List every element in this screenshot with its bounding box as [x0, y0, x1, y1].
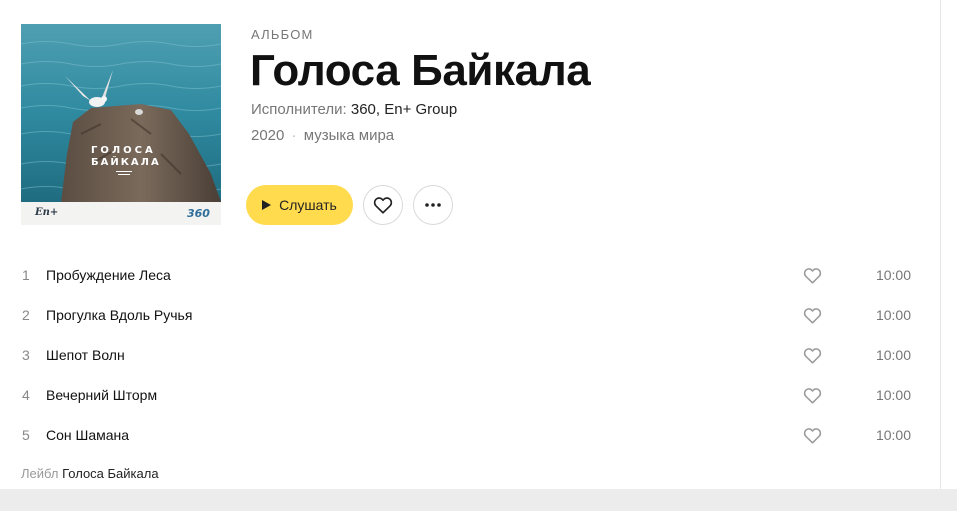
- cover-title-line1: ГОЛОСА: [91, 145, 156, 156]
- cover-divider: [118, 174, 130, 175]
- track-title[interactable]: Сон Шамана: [46, 427, 129, 443]
- track-like-button[interactable]: [801, 345, 823, 365]
- more-options-button[interactable]: [413, 185, 453, 225]
- track-row[interactable]: 2 Прогулка Вдоль Ручья 10:00: [0, 295, 940, 335]
- track-like-button[interactable]: [801, 385, 823, 405]
- album-title: Голоса Байкала: [250, 46, 591, 95]
- track-number: 3: [22, 347, 30, 363]
- track-like-button[interactable]: [801, 265, 823, 285]
- meta-separator: ·: [291, 127, 297, 144]
- track-title[interactable]: Пробуждение Леса: [46, 267, 171, 283]
- cover-title-line2: БАЙКАЛА: [91, 157, 161, 168]
- track-duration: 10:00: [875, 307, 911, 323]
- play-button[interactable]: Слушать: [246, 185, 353, 225]
- track-number: 4: [22, 387, 30, 403]
- label-value[interactable]: Голоса Байкала: [62, 466, 158, 481]
- track-duration: 10:00: [875, 347, 911, 363]
- album-meta: 2020 · музыка мира: [251, 127, 394, 144]
- play-button-label: Слушать: [279, 197, 337, 213]
- track-row[interactable]: 4 Вечерний Шторм 10:00: [0, 375, 940, 415]
- track-like-button[interactable]: [801, 425, 823, 445]
- track-number: 5: [22, 427, 30, 443]
- album-genre[interactable]: музыка мира: [304, 127, 394, 144]
- heart-icon: [803, 307, 821, 324]
- 360-logo: 360: [187, 207, 210, 220]
- track-like-button[interactable]: [801, 305, 823, 325]
- content-right-border: [940, 0, 941, 489]
- track-title[interactable]: Вечерний Шторм: [46, 387, 157, 403]
- album-year: 2020: [251, 127, 285, 144]
- track-title[interactable]: Шепот Волн: [46, 347, 125, 363]
- heart-icon: [803, 427, 821, 444]
- horizontal-scrollbar[interactable]: [0, 489, 957, 511]
- track-title[interactable]: Прогулка Вдоль Ручья: [46, 307, 192, 323]
- label-key: Лейбл: [21, 466, 59, 481]
- heart-icon: [803, 347, 821, 364]
- artists-label: Исполнители:: [251, 101, 347, 118]
- heart-icon: [373, 197, 393, 214]
- play-icon: [262, 200, 272, 210]
- track-duration: 10:00: [875, 387, 911, 403]
- album-label-info: Лейбл Голоса Байкала: [21, 466, 159, 481]
- track-duration: 10:00: [875, 427, 911, 443]
- artists-links[interactable]: 360, En+ Group: [351, 101, 457, 118]
- track-row[interactable]: 5 Сон Шамана 10:00: [0, 415, 940, 455]
- album-type-label: АЛЬБОМ: [251, 27, 314, 42]
- cover-divider: [116, 171, 132, 172]
- track-row[interactable]: 1 Пробуждение Леса 10:00: [0, 255, 940, 295]
- more-icon: [425, 203, 441, 207]
- track-row[interactable]: 3 Шепот Волн 10:00: [0, 335, 940, 375]
- track-duration: 10:00: [875, 267, 911, 283]
- album-cover-artwork: [21, 24, 221, 202]
- album-artists: Исполнители: 360, En+ Group: [251, 101, 457, 118]
- album-cover[interactable]: ГОЛОСА БАЙКАЛА En+ 360: [21, 24, 221, 225]
- heart-icon: [803, 267, 821, 284]
- track-number: 2: [22, 307, 30, 323]
- en-plus-logo: En+: [35, 207, 59, 218]
- heart-icon: [803, 387, 821, 404]
- track-list: 1 Пробуждение Леса 10:00 2 Прогулка Вдол…: [0, 255, 940, 455]
- track-number: 1: [22, 267, 30, 283]
- like-album-button[interactable]: [363, 185, 403, 225]
